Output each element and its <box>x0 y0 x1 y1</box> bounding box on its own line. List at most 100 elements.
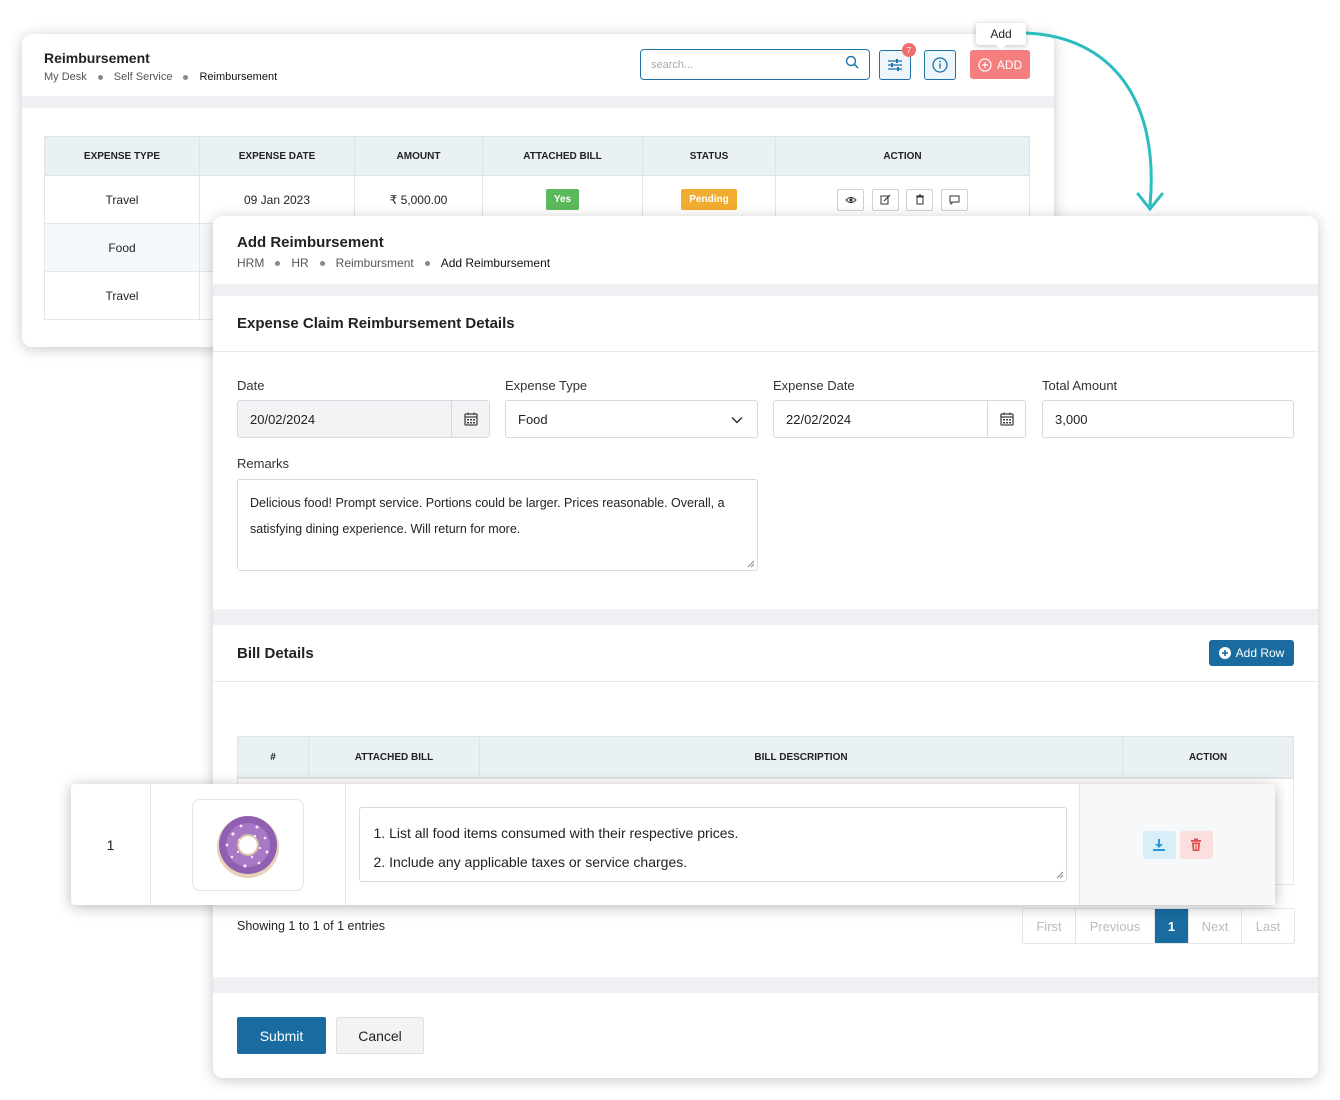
comment-button[interactable] <box>940 188 968 211</box>
resize-grip-icon[interactable] <box>1056 871 1064 879</box>
attached-bill-cell <box>151 784 346 905</box>
breadcrumb-item[interactable]: My Desk <box>44 71 87 83</box>
total-amount-value: 3,000 <box>1055 411 1088 427</box>
pattern-strip <box>213 609 1318 625</box>
remarks-text: Delicious food! Prompt service. Portions… <box>250 496 725 536</box>
pattern-strip <box>213 284 1318 296</box>
row-action-cell <box>1080 784 1275 905</box>
desc-line: 1. List all food items consumed with the… <box>373 825 739 841</box>
breadcrumb-item[interactable]: Reimbursment <box>336 256 414 270</box>
plus-circle-icon <box>1218 647 1231 659</box>
chevron-down-icon <box>731 412 743 427</box>
add-tooltip: Add <box>976 23 1026 50</box>
col-header[interactable]: EXPENSE DATE <box>199 136 355 176</box>
search-icon[interactable] <box>845 55 859 74</box>
col-header[interactable]: ATTACHED BILL <box>482 136 643 176</box>
pager-page[interactable]: 1 <box>1155 909 1189 943</box>
comment-icon <box>949 195 960 205</box>
bill-description-cell: 1. List all food items consumed with the… <box>346 784 1080 905</box>
status-badge: Pending <box>681 189 737 210</box>
page-title: Add Reimbursement <box>237 234 384 251</box>
pagination: First Previous 1 Next Last <box>1022 908 1295 944</box>
breadcrumb-item[interactable]: HRM <box>237 256 264 270</box>
info-button[interactable] <box>924 50 956 80</box>
pager-last[interactable]: Last <box>1242 909 1294 943</box>
breadcrumb-separator <box>424 260 430 266</box>
page-title: Reimbursement <box>44 50 150 66</box>
cancel-button[interactable]: Cancel <box>336 1017 424 1054</box>
breadcrumb-separator <box>319 260 325 266</box>
row-index: 1 <box>71 784 151 905</box>
download-icon <box>1153 838 1165 851</box>
remarks-textarea[interactable]: Delicious food! Prompt service. Portions… <box>237 479 758 571</box>
remarks-label: Remarks <box>237 456 290 471</box>
plus-circle-icon <box>978 57 992 72</box>
search-box[interactable] <box>640 49 870 80</box>
section-title: Expense Claim Reimbursement Details <box>237 315 515 332</box>
bill-row: 1 1. List all food items consumed with t… <box>71 784 1275 905</box>
bill-details-title: Bill Details <box>237 645 314 662</box>
filter-button[interactable]: 7 <box>879 43 916 80</box>
add-row-label: Add Row <box>1235 646 1285 660</box>
calendar-icon[interactable] <box>987 401 1025 437</box>
expense-type-select[interactable]: Food <box>505 400 758 438</box>
date-value: 20/02/2024 <box>250 411 316 427</box>
view-button[interactable] <box>837 188 865 211</box>
col-header[interactable]: AMOUNT <box>354 136 483 176</box>
col-header: BILL DESCRIPTION <box>480 737 1123 777</box>
breadcrumb-separator <box>275 260 281 266</box>
breadcrumb-item[interactable]: HR <box>291 256 308 270</box>
submit-button[interactable]: Submit <box>237 1017 326 1054</box>
edit-button[interactable] <box>871 188 899 211</box>
divider <box>213 351 1318 352</box>
add-row-button[interactable]: Add Row <box>1209 640 1294 666</box>
donut-image-icon <box>217 815 279 878</box>
breadcrumb-separator <box>97 74 103 80</box>
expense-date-field[interactable]: 22/02/2024 <box>773 400 1026 438</box>
search-input[interactable] <box>651 58 845 71</box>
col-header: ACTION <box>1188 751 1228 763</box>
download-button[interactable] <box>1142 830 1176 859</box>
expense-type-label: Expense Type <box>505 378 588 393</box>
sliders-icon <box>888 59 902 71</box>
expense-type-value: Food <box>518 411 548 427</box>
total-amount-label: Total Amount <box>1042 378 1118 393</box>
pattern-strip <box>213 977 1318 993</box>
resize-grip-icon[interactable] <box>747 560 755 568</box>
col-header[interactable]: STATUS <box>642 136 776 176</box>
pager-first[interactable]: First <box>1023 909 1076 943</box>
cell-expense-type: Travel <box>44 271 200 320</box>
edit-icon <box>880 194 891 205</box>
breadcrumb-separator <box>183 74 189 80</box>
info-icon <box>932 57 948 73</box>
total-amount-field[interactable]: 3,000 <box>1042 400 1294 438</box>
delete-button[interactable] <box>906 188 934 211</box>
breadcrumb-current: Add Reimbursement <box>440 256 551 270</box>
pointer-arrow-icon <box>1024 31 1164 212</box>
expense-date-value: 22/02/2024 <box>786 411 852 427</box>
expense-date-label: Expense Date <box>773 378 855 393</box>
breadcrumb-current: Reimbursement <box>199 71 278 83</box>
bill-description-textarea[interactable]: 1. List all food items consumed with the… <box>358 807 1067 882</box>
bill-table-header: # ATTACHED BILL BILL DESCRIPTION ACTION <box>237 736 1294 778</box>
entries-info: Showing 1 to 1 of 1 entries <box>237 919 386 933</box>
col-header[interactable]: EXPENSE TYPE <box>44 136 200 176</box>
filter-count-badge: 7 <box>902 43 916 57</box>
col-header: # <box>238 737 309 777</box>
trash-icon <box>1191 838 1201 851</box>
pager-previous[interactable]: Previous <box>1076 909 1155 943</box>
bill-thumbnail[interactable] <box>192 798 304 891</box>
pager-next[interactable]: Next <box>1189 909 1242 943</box>
date-field[interactable]: 20/02/2024 <box>237 400 490 438</box>
breadcrumb: HRM HR Reimbursment Add Reimbursement <box>237 256 550 270</box>
col-header: ACTION <box>775 136 1030 176</box>
yes-badge: Yes <box>545 189 580 210</box>
trash-icon <box>915 194 924 205</box>
date-label: Date <box>237 378 265 393</box>
add-button-label: ADD <box>996 57 1023 72</box>
delete-row-button[interactable] <box>1179 830 1213 859</box>
breadcrumb: My Desk Self Service Reimbursement <box>44 71 277 83</box>
calendar-icon[interactable] <box>451 401 489 437</box>
breadcrumb-item[interactable]: Self Service <box>114 71 173 83</box>
pattern-strip <box>22 96 1054 108</box>
